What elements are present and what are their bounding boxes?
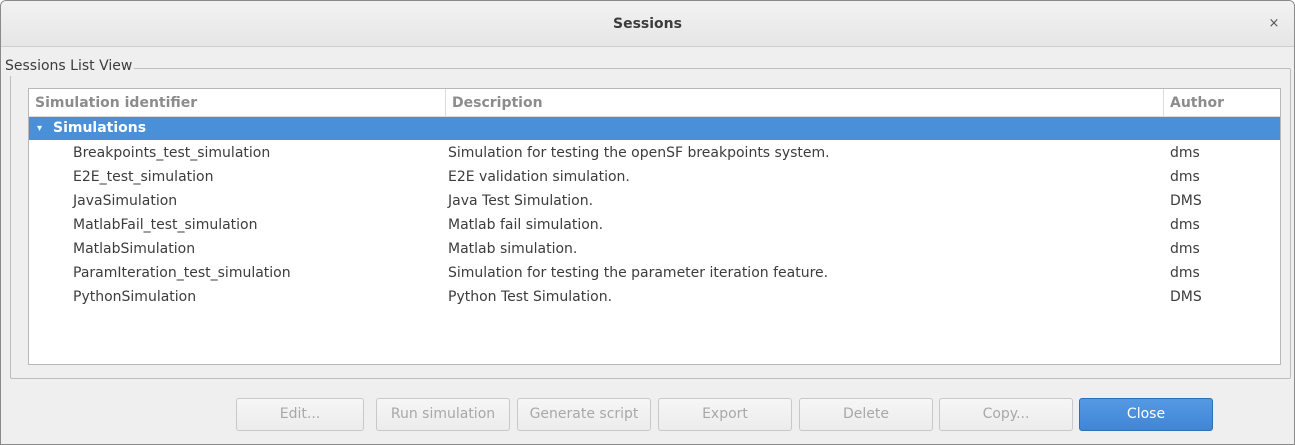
simulation-author: dms xyxy=(1170,145,1200,161)
simulation-id: MatlabSimulation xyxy=(73,241,196,257)
groupbox-label: Sessions List View xyxy=(3,56,135,76)
simulation-description: Java Test Simulation. xyxy=(448,193,594,209)
export-button[interactable]: Export xyxy=(658,398,792,431)
simulation-author: dms xyxy=(1170,265,1200,281)
simulation-id: JavaSimulation xyxy=(73,193,178,209)
tree-header: Simulation identifier Description Author xyxy=(29,89,1280,117)
simulation-description: E2E validation simulation. xyxy=(448,169,630,185)
simulation-id: Breakpoints_test_simulation xyxy=(73,145,271,161)
tree-group-label: Simulations xyxy=(53,120,147,136)
edit-button[interactable]: Edit... xyxy=(236,398,364,431)
run-simulation-button[interactable]: Run simulation xyxy=(376,398,510,431)
table-row[interactable]: E2E_test_simulation E2E validation simul… xyxy=(29,165,1280,189)
table-row[interactable]: JavaSimulation Java Test Simulation. DMS xyxy=(29,189,1280,213)
simulation-description: Simulation for testing the parameter ite… xyxy=(448,265,829,281)
close-button[interactable]: Close xyxy=(1079,398,1213,431)
delete-button[interactable]: Delete xyxy=(799,398,933,431)
table-row[interactable]: PythonSimulation Python Test Simulation.… xyxy=(29,285,1280,309)
title-bar: Sessions × xyxy=(1,1,1294,47)
sessions-tree-view[interactable]: Simulation identifier Description Author… xyxy=(28,88,1281,365)
table-row[interactable]: MatlabFail_test_simulation Matlab fail s… xyxy=(29,213,1280,237)
simulation-author: dms xyxy=(1170,169,1200,185)
chevron-down-icon[interactable]: ▾ xyxy=(37,117,42,140)
column-header-simulation-identifier[interactable]: Simulation identifier xyxy=(29,89,446,117)
table-row[interactable]: Breakpoints_test_simulation Simulation f… xyxy=(29,141,1280,165)
simulation-id: MatlabFail_test_simulation xyxy=(73,217,258,233)
simulation-author: dms xyxy=(1170,241,1200,257)
copy-button[interactable]: Copy... xyxy=(939,398,1073,431)
column-header-description[interactable]: Description xyxy=(446,89,1164,117)
window-title: Sessions xyxy=(613,16,682,32)
simulation-id: E2E_test_simulation xyxy=(73,169,214,185)
table-row[interactable]: MatlabSimulation Matlab simulation. dms xyxy=(29,237,1280,261)
simulation-author: dms xyxy=(1170,217,1200,233)
simulation-author: DMS xyxy=(1170,289,1202,305)
simulation-description: Simulation for testing the openSF breakp… xyxy=(448,145,830,161)
tree-group-simulations[interactable]: ▾ Simulations xyxy=(29,117,1280,140)
sessions-dialog: Sessions × Sessions List View Simulation… xyxy=(0,0,1295,445)
table-row[interactable]: ParamIteration_test_simulation Simulatio… xyxy=(29,261,1280,285)
simulation-description: Matlab fail simulation. xyxy=(448,217,604,233)
simulation-id: PythonSimulation xyxy=(73,289,197,305)
simulation-author: DMS xyxy=(1170,193,1202,209)
simulation-id: ParamIteration_test_simulation xyxy=(73,265,291,281)
simulation-description: Matlab simulation. xyxy=(448,241,578,257)
generate-script-button[interactable]: Generate script xyxy=(517,398,651,431)
simulation-description: Python Test Simulation. xyxy=(448,289,613,305)
close-icon[interactable]: × xyxy=(1264,14,1284,34)
column-header-author[interactable]: Author xyxy=(1164,89,1280,117)
